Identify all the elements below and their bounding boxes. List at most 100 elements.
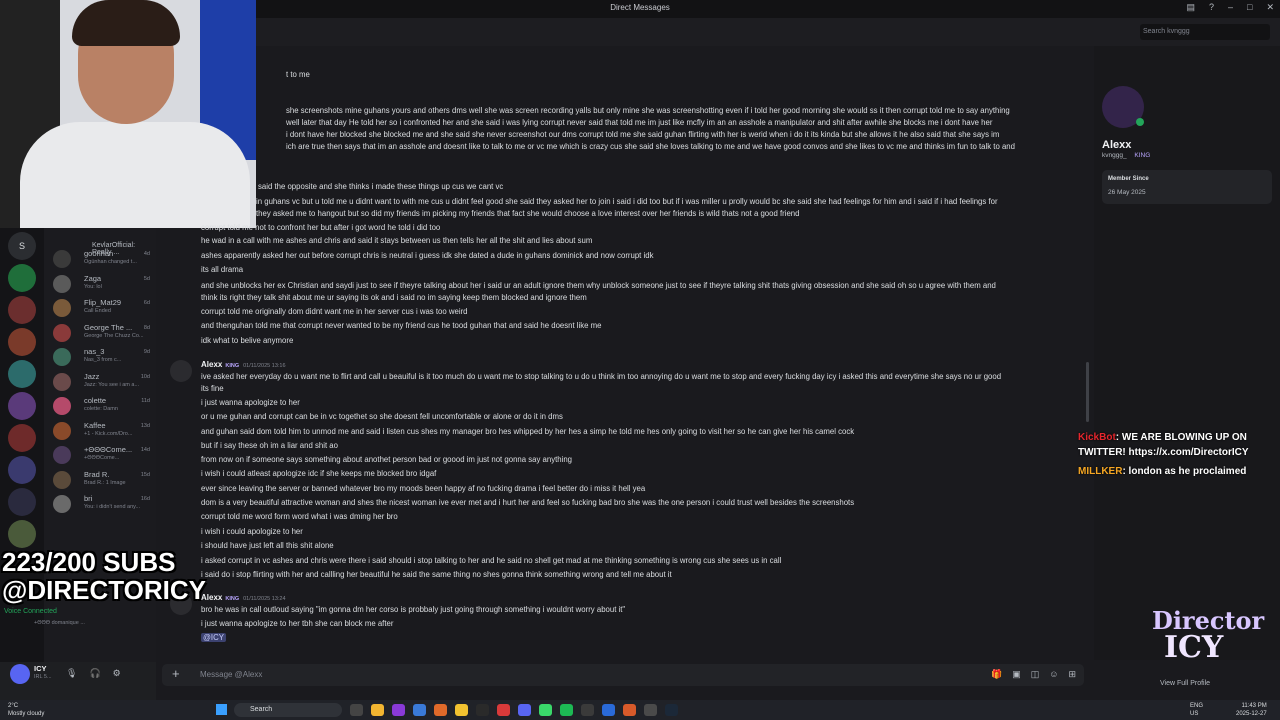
avatar bbox=[53, 421, 71, 440]
message-line: its fine bbox=[201, 384, 224, 393]
close-icon[interactable]: ✕ bbox=[1266, 2, 1274, 13]
weather-widget[interactable]: 2°C Mostly cloudy bbox=[8, 702, 44, 718]
dm-list-item[interactable]: Jazz Jazz: You see i am a... 10d bbox=[50, 371, 156, 395]
microphone-icon[interactable]: 🎙 bbox=[66, 668, 77, 679]
dm-preview: Nas_3 from c... bbox=[84, 357, 122, 363]
app-icon[interactable] bbox=[539, 704, 552, 716]
dm-list-item[interactable]: George The ... George The Chuzz Co... 8d bbox=[50, 322, 156, 346]
attach-icon[interactable]: + bbox=[172, 666, 180, 681]
app-icon[interactable] bbox=[497, 704, 510, 716]
gif-icon[interactable]: ▣ bbox=[1012, 669, 1021, 680]
discord-icon[interactable] bbox=[518, 704, 531, 716]
help-icon[interactable]: ? bbox=[1209, 2, 1214, 13]
message-line: idk what to belive anymore bbox=[201, 336, 294, 345]
dm-list-item[interactable]: goonhan Ogúnhan changed t... 4d bbox=[50, 248, 156, 272]
logo-line-2: ICY bbox=[1164, 630, 1224, 665]
dm-name: Jazz bbox=[84, 371, 100, 381]
obs-icon[interactable] bbox=[581, 704, 594, 716]
gift-icon[interactable]: 🎁 bbox=[991, 669, 1002, 680]
server-icon[interactable] bbox=[8, 296, 36, 324]
dm-preview: Call Ended bbox=[84, 308, 111, 314]
message-line: i wish i could apologize to her bbox=[201, 527, 303, 536]
dm-list-item[interactable]: Flip_Mat29 Call Ended 6d bbox=[50, 297, 156, 321]
message-line: she screenshots mine guhans yours and ot… bbox=[286, 106, 1010, 115]
message-line: and guhan said dom told him to unmod me … bbox=[201, 427, 855, 436]
emoji-icon[interactable]: ☺ bbox=[1049, 669, 1058, 680]
browser-icon[interactable] bbox=[413, 704, 426, 716]
taskbar-apps bbox=[350, 704, 678, 716]
app-icon[interactable] bbox=[392, 704, 405, 716]
avatar bbox=[53, 250, 71, 268]
maximize-icon[interactable]: □ bbox=[1247, 2, 1252, 13]
message-author[interactable]: Alexx KING 01/11/2025 13:24 bbox=[201, 593, 286, 602]
user-avatar[interactable] bbox=[10, 664, 30, 684]
firefox-icon[interactable] bbox=[434, 704, 447, 716]
dm-preview: +1 - Kick.com/Dro... bbox=[84, 430, 133, 437]
dm-list-item[interactable]: Zaga You: lol 5d bbox=[50, 273, 156, 297]
folder-icon[interactable] bbox=[455, 704, 468, 716]
spotify-icon[interactable] bbox=[560, 704, 573, 716]
server-icon[interactable] bbox=[8, 328, 36, 356]
message-line: and she unblocks her ex Christian and sa… bbox=[201, 281, 996, 290]
sticker-icon[interactable]: ◫ bbox=[1031, 669, 1040, 680]
dm-list-item[interactable]: colette colette: Damn 11d bbox=[50, 395, 156, 419]
message-input[interactable]: Message @Alexx bbox=[200, 670, 262, 679]
server-icon[interactable] bbox=[8, 456, 36, 484]
app-icon[interactable] bbox=[623, 704, 636, 716]
taskview-icon[interactable] bbox=[350, 704, 363, 716]
author-name[interactable]: Alexx bbox=[201, 360, 222, 369]
language-indicator[interactable]: ENG US bbox=[1190, 702, 1203, 718]
apps-icon[interactable]: ⊞ bbox=[1068, 669, 1076, 680]
server-icon[interactable] bbox=[8, 392, 36, 420]
dm-list-item[interactable]: Kaffee +1 - Kick.com/Dro... 13d bbox=[50, 420, 156, 444]
search-input[interactable]: Search kvnggg bbox=[1140, 24, 1270, 40]
window-controls: ▤ ? – □ ✕ bbox=[1186, 2, 1274, 13]
dm-name: nas_3 bbox=[84, 347, 105, 356]
server-icon[interactable] bbox=[8, 264, 36, 292]
server-icon[interactable] bbox=[8, 488, 36, 516]
dm-list-item[interactable]: Brad R. Brad R.: 1 Image 15d bbox=[50, 469, 156, 493]
steam-icon[interactable] bbox=[665, 704, 678, 716]
dm-list-item[interactable]: nas_3 Nas_3 from c... 9d bbox=[50, 346, 156, 370]
message-author[interactable]: Alexx KING 01/11/2025 13:16 bbox=[201, 360, 286, 369]
chat-text: : london as he proclaimed bbox=[1122, 466, 1247, 477]
app-icon[interactable] bbox=[644, 704, 657, 716]
chat-scrollbar[interactable] bbox=[1086, 362, 1089, 422]
message-line: in guhans vc but u told me u didnt want … bbox=[256, 197, 998, 206]
dm-name: bri bbox=[84, 494, 93, 503]
server-icon[interactable] bbox=[8, 424, 36, 452]
clock[interactable]: 11:43 PM 2025-12-27 bbox=[1236, 702, 1267, 718]
minimize-icon[interactable]: – bbox=[1228, 2, 1233, 13]
app-icon[interactable] bbox=[371, 704, 384, 716]
headphones-icon[interactable]: 🎧 bbox=[89, 668, 100, 679]
dm-timestamp: 10d bbox=[140, 373, 150, 380]
role-badge: KING bbox=[225, 363, 240, 369]
server-icon[interactable]: S bbox=[8, 232, 36, 260]
message-line: corrupt told me not to confront her but … bbox=[201, 223, 441, 232]
message-line: its all drama bbox=[201, 265, 244, 274]
dm-timestamp: 6d bbox=[143, 300, 150, 306]
message-line: and thenguhan told me that corrupt never… bbox=[201, 321, 602, 330]
time: 11:43 PM bbox=[1241, 703, 1267, 709]
windows-start-icon[interactable] bbox=[216, 704, 227, 715]
message-line: well later that day He told her so i con… bbox=[286, 118, 993, 127]
view-full-profile-link[interactable]: View Full Profile bbox=[1160, 680, 1210, 687]
app-icon[interactable] bbox=[476, 704, 489, 716]
inbox-icon[interactable]: ▤ bbox=[1186, 2, 1195, 13]
server-icon[interactable] bbox=[8, 360, 36, 388]
dm-preview: Brad R.: 1 Image bbox=[84, 479, 126, 486]
dm-list-item[interactable]: +ΘΘΘCome... +ΘΘΘCome... 14d bbox=[50, 444, 156, 468]
message-line: i said do i stop flirting with her and c… bbox=[201, 570, 672, 579]
message-line: i dont have her blocked she blocked me a… bbox=[286, 130, 1000, 139]
taskbar-search[interactable]: Search bbox=[234, 703, 342, 717]
message-line: i just wanna apologize to her bbox=[201, 398, 300, 407]
message-avatar[interactable] bbox=[170, 360, 192, 382]
app-icon[interactable] bbox=[602, 704, 615, 716]
settings-icon[interactable]: ⚙ bbox=[113, 668, 121, 679]
sub-count: 223/200 SUBS bbox=[2, 547, 176, 577]
dm-list-item[interactable]: bri You: i didn't send any... 16d bbox=[50, 493, 156, 517]
user-mention[interactable]: @ICY bbox=[201, 633, 226, 642]
server-icon[interactable] bbox=[8, 520, 36, 548]
message-composer[interactable]: + Message @Alexx 🎁 ▣ ◫ ☺ ⊞ bbox=[162, 664, 1084, 686]
language: ENG bbox=[1190, 703, 1204, 709]
